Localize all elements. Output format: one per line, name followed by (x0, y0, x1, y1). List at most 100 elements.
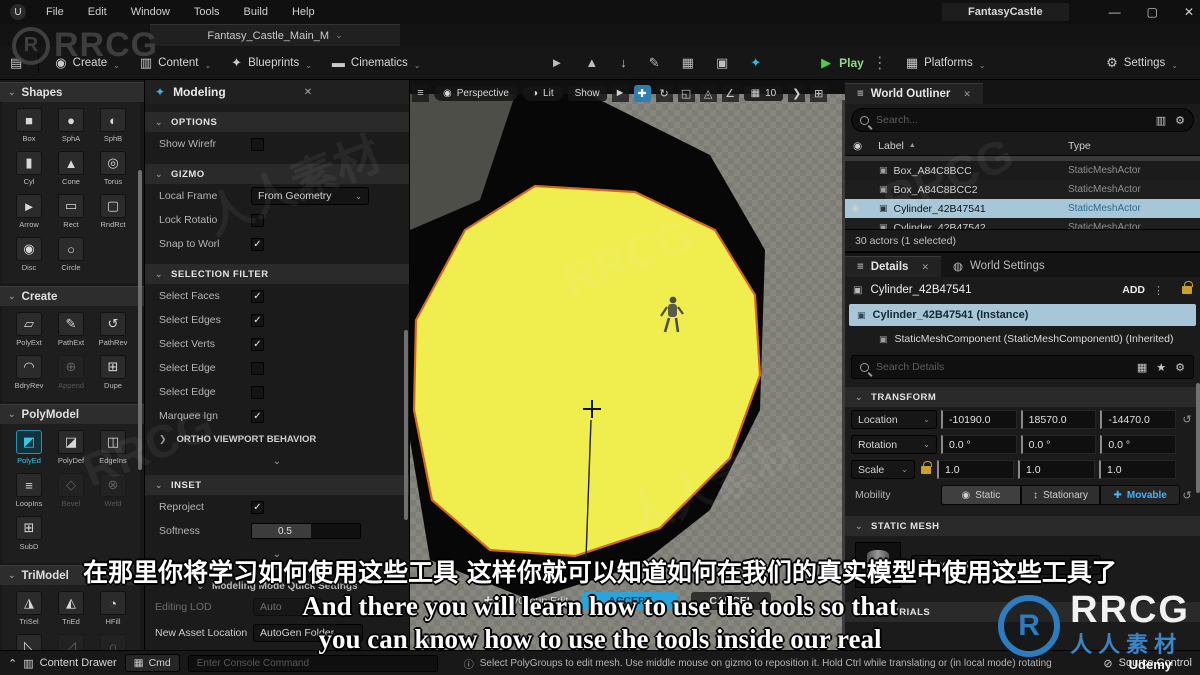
tool-disc[interactable]: ◉ Disc (8, 237, 50, 272)
minimize-icon[interactable]: — (1109, 5, 1121, 19)
fracture-mode-icon[interactable]: ▦ (682, 55, 694, 71)
close-icon[interactable]: ✕ (963, 89, 971, 100)
rotation-x-field[interactable]: 0.0 ° (941, 435, 1017, 454)
reset-icon[interactable]: ↺ (1180, 489, 1194, 502)
menu-tools[interactable]: Tools (182, 0, 232, 24)
scale-lock-icon[interactable] (921, 460, 932, 474)
folder-icon[interactable]: ▥ (1156, 114, 1166, 127)
details-scrollbar[interactable] (1196, 383, 1200, 493)
select-edge-loops-checkbox[interactable] (251, 361, 264, 375)
location-z-field[interactable]: -14470.0 (1100, 410, 1177, 429)
cmd-selector[interactable]: ▦ Cmd (124, 654, 180, 672)
tool-arrow[interactable]: ► Arrow (8, 194, 50, 229)
paint-mode-icon[interactable]: ✎ (649, 55, 660, 71)
maximize-icon[interactable]: ▢ (1147, 5, 1158, 19)
section-polymodel[interactable]: ⌄ PolyModel (0, 404, 144, 424)
close-icon[interactable]: ✕ (1184, 5, 1194, 19)
tool-sphere-b[interactable]: ◐ SphB (92, 108, 134, 143)
content-drawer-button[interactable]: ⌃ ▥ Content Drawer (8, 657, 117, 670)
display-grid-icon[interactable]: ▦ (1137, 361, 1147, 374)
console-command-input[interactable]: Enter Console Command (187, 654, 438, 672)
gear-icon[interactable]: ⚙ (1175, 361, 1185, 374)
perspective-dropdown[interactable]: ◉ Perspective (434, 85, 518, 101)
select-tool-icon[interactable]: ► (611, 84, 629, 102)
blueprints-button[interactable]: ✦ Blueprints ⌄ (221, 55, 322, 71)
tool-circle[interactable]: ○ Circle (50, 237, 92, 272)
tool-pathext[interactable]: ✎ PathExt (50, 312, 92, 347)
surface-snap-icon[interactable]: ◬ (699, 84, 717, 102)
select-mode-icon[interactable]: ► (551, 55, 564, 71)
move-tool-icon[interactable]: ✚ (633, 84, 651, 102)
rotation-dropdown[interactable]: Rotation ⌄ (851, 435, 937, 454)
mobility-stationary-button[interactable]: ↕ Stationary (1020, 485, 1101, 505)
marquee-ignore-checkbox[interactable]: ✓ (251, 409, 264, 423)
tool-loopins[interactable]: ≡ LoopIns (8, 473, 50, 508)
scale-z-field[interactable]: 1.0 (1099, 460, 1176, 479)
location-dropdown[interactable]: Location ⌄ (851, 410, 937, 429)
tool-sphere-a[interactable]: ● SphA (50, 108, 92, 143)
outliner-search-input[interactable]: Search... ▥ ⚙ (851, 108, 1194, 132)
selection-filter-header[interactable]: ⌄ SELECTION FILTER (145, 264, 409, 284)
tab-world-outliner[interactable]: ≡ World Outliner ✕ (845, 83, 983, 104)
tool-rect[interactable]: ▭ Rect (50, 194, 92, 229)
show-wireframe-checkbox[interactable] (251, 137, 264, 151)
reset-icon[interactable]: ↺ (1180, 413, 1194, 426)
maximize-viewport-icon[interactable]: ⊞ (810, 84, 828, 102)
show-dropdown[interactable]: Show (567, 85, 607, 101)
close-icon[interactable]: ✕ (921, 262, 929, 273)
grid-snap-control[interactable]: ▦ 10 (743, 85, 784, 101)
add-component-button[interactable]: ADD (1119, 284, 1145, 296)
component-row[interactable]: ▣ StaticMeshComponent (StaticMeshCompone… (845, 327, 1200, 351)
menu-build[interactable]: Build (232, 0, 280, 24)
label-column-header[interactable]: Label (862, 140, 904, 152)
type-column-header[interactable]: Type (1068, 140, 1200, 152)
reproject-checkbox[interactable]: ✓ (251, 500, 264, 514)
favorites-star-icon[interactable]: ★ (1156, 361, 1166, 374)
tool-subd[interactable]: ⊞ SubD (8, 516, 50, 551)
lit-dropdown[interactable]: ◑ Lit (522, 85, 563, 101)
play-options-dots-icon[interactable]: ⋮ (872, 53, 888, 73)
brush-mode-icon[interactable]: ▣ (716, 55, 728, 71)
rotate-tool-icon[interactable]: ↻ (655, 84, 673, 102)
rotation-y-field[interactable]: 0.0 ° (1020, 435, 1097, 454)
viewport-menu-icon[interactable]: ≡ (412, 84, 429, 102)
menu-window[interactable]: Window (119, 0, 182, 24)
mobility-static-button[interactable]: ◉ Static (941, 485, 1021, 505)
tool-pathrev[interactable]: ↺ PathRev (92, 312, 134, 347)
inset-section-header[interactable]: ⌄ INSET (145, 475, 409, 495)
camera-speed-icon[interactable]: ❯ (788, 84, 806, 102)
rotation-z-field[interactable]: 0.0 ° (1100, 435, 1177, 454)
location-y-field[interactable]: 18570.0 (1020, 410, 1097, 429)
tool-cylinder[interactable]: ▮ Cyl (8, 151, 50, 186)
tool-cone[interactable]: ▲ Cone (50, 151, 92, 186)
cinematics-button[interactable]: ▬ Cinematics ⌄ (322, 55, 431, 70)
tab-level-asset[interactable]: Fantasy_Castle_Main_M ⌄ (150, 24, 400, 46)
softness-slider[interactable]: 0.5 (251, 523, 361, 539)
tool-bevel[interactable]: ◇ Bevel (50, 473, 92, 508)
scale-x-field[interactable]: 1.0 (937, 460, 1014, 479)
lock-icon[interactable] (1182, 281, 1193, 294)
play-label[interactable]: Play (839, 56, 864, 70)
menu-help[interactable]: Help (280, 0, 327, 24)
tool-append[interactable]: ⊕ Append (50, 355, 92, 390)
instance-row-selected[interactable]: ▣ Cylinder_42B47541 (Instance) (849, 304, 1196, 326)
select-verts-checkbox[interactable]: ✓ (251, 337, 264, 351)
eye-icon[interactable]: ◉ (851, 203, 860, 214)
tool-box[interactable]: ■ Box (8, 108, 50, 143)
menu-file[interactable]: File (34, 0, 76, 24)
platforms-button[interactable]: ▦ Platforms ⌄ (896, 55, 996, 71)
tool-torus[interactable]: ◎ Torus (92, 151, 134, 186)
transform-section-header[interactable]: ⌄ TRANSFORM (845, 387, 1200, 407)
mobility-movable-button[interactable]: ✚ Movable (1100, 485, 1181, 505)
tab-details[interactable]: ≡ Details ✕ (845, 256, 941, 277)
play-icon[interactable]: ▶ (821, 55, 831, 71)
details-search-input[interactable]: Search Details ▦ ★ ⚙ (851, 355, 1194, 379)
modeling-mode-icon[interactable]: ✦ (750, 55, 761, 71)
gear-icon[interactable]: ⚙ (1175, 114, 1185, 127)
tool-bdryrev[interactable]: ◠ BdryRev (8, 355, 50, 390)
modeling-panel-scrollbar[interactable] (404, 330, 408, 520)
select-faces-checkbox[interactable]: ✓ (251, 289, 264, 303)
eye-icon[interactable]: ◉ (845, 140, 862, 152)
select-edges-checkbox[interactable]: ✓ (251, 313, 264, 327)
section-create[interactable]: ⌄ Create (0, 286, 144, 306)
